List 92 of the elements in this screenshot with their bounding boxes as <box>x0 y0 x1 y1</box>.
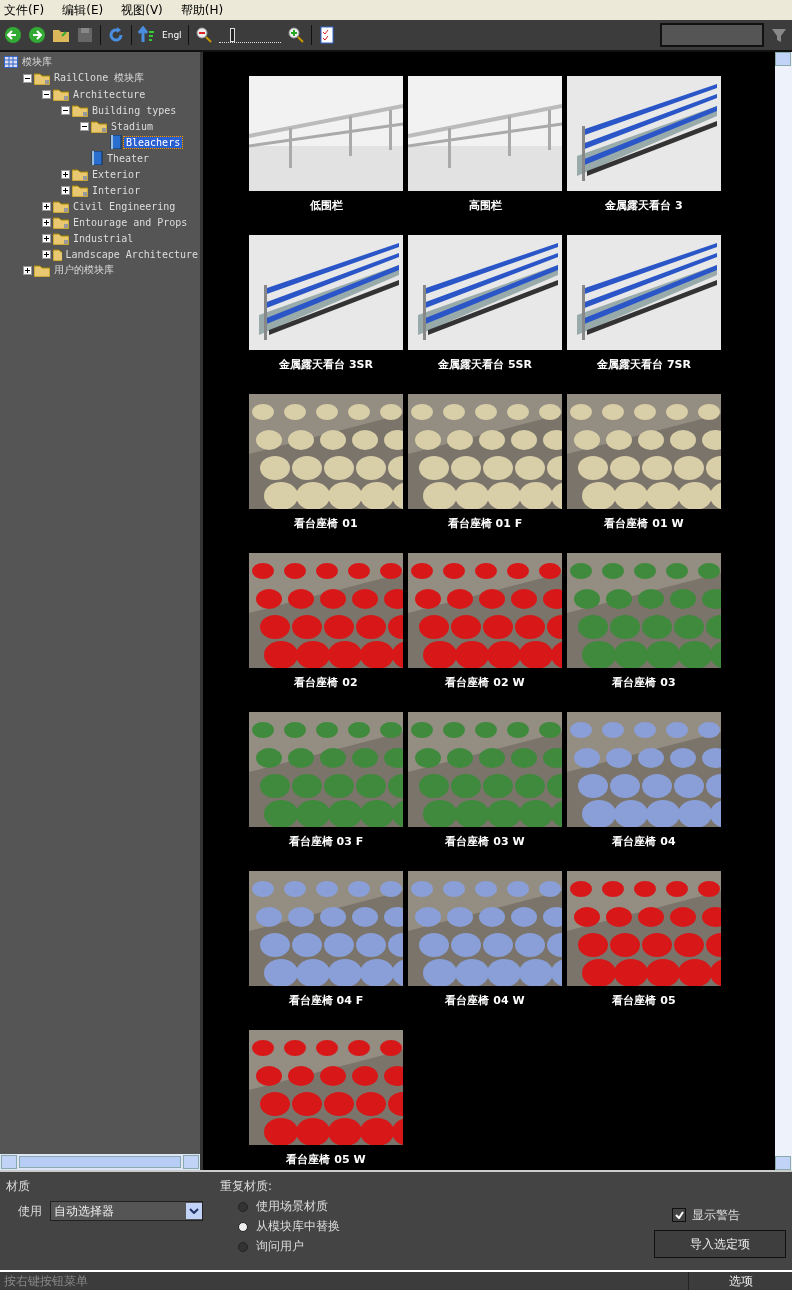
caret-icon <box>189 1208 199 1214</box>
collapse-icon[interactable] <box>61 105 70 115</box>
thumbnail-caption: 看台座椅 04 W <box>445 993 525 1008</box>
import-button[interactable]: 导入选定项 <box>654 1230 786 1258</box>
refresh-icon[interactable] <box>107 26 125 44</box>
tree-item[interactable]: RailClone 模块库 <box>52 71 147 85</box>
tree-item[interactable]: Bleachers <box>124 136 183 148</box>
zoom-out-icon[interactable] <box>194 26 213 44</box>
thumbnail-caption: 看台座椅 02 <box>294 675 358 690</box>
expand-icon[interactable] <box>42 201 51 211</box>
horizontal-scrollbar[interactable] <box>0 1154 200 1170</box>
folder-icon <box>72 183 88 197</box>
radio-button[interactable] <box>238 1221 248 1232</box>
thumbnail-caption: 看台座椅 03 <box>612 675 676 690</box>
sort-icon[interactable] <box>138 26 156 44</box>
thumbnail-caption: 金属露天看台 7SR <box>597 357 691 372</box>
tree-item[interactable]: Entourage and Props <box>71 216 190 228</box>
grid-icon <box>4 56 18 68</box>
expand-icon[interactable] <box>61 169 70 179</box>
tree-item[interactable]: Building types <box>90 104 179 116</box>
tree-item[interactable]: Landscape Architecture <box>63 248 200 260</box>
radio-label: 从模块库中替换 <box>256 1218 340 1235</box>
thumbnail-caption: 看台座椅 01 F <box>447 516 523 531</box>
folder-icon <box>53 215 69 229</box>
thumbnail-caption: 看台座椅 03 W <box>445 834 525 849</box>
checkbox[interactable] <box>672 1208 686 1222</box>
thumbnail-caption: 看台座椅 03 F <box>288 834 364 849</box>
book-icon <box>91 151 103 165</box>
menu-item[interactable]: 文件(F) <box>4 1 45 19</box>
save-icon[interactable] <box>76 26 94 44</box>
tree-item[interactable]: Civil Engineering <box>71 200 178 212</box>
back-icon[interactable] <box>4 26 22 44</box>
expand-icon[interactable] <box>23 265 32 275</box>
filter-icon[interactable] <box>770 26 788 44</box>
expand-icon[interactable] <box>42 233 51 243</box>
status-text: 按右键按钮菜单 <box>3 1272 88 1290</box>
checkmark-icon <box>674 1211 684 1219</box>
expand-icon[interactable] <box>61 185 70 195</box>
radio-button[interactable] <box>238 1241 248 1252</box>
thumbnail-caption: 低围栏 <box>309 198 343 213</box>
tree-item[interactable]: Theater <box>105 152 152 164</box>
tree-item[interactable]: 用户的模块库 <box>52 263 116 277</box>
tree-item[interactable]: Industrial <box>71 232 136 244</box>
tree-item[interactable]: Interior <box>90 184 143 196</box>
tree-item[interactable]: Stadium <box>109 120 156 132</box>
collapse-icon[interactable] <box>23 73 32 83</box>
menu-item[interactable]: 视图(V) <box>121 1 163 19</box>
menu-item[interactable]: 编辑(E) <box>62 1 104 19</box>
thumbnail-caption: 看台座椅 04 <box>612 834 676 849</box>
tree-item[interactable]: Architecture <box>71 88 148 100</box>
thumbnail-caption: 金属露天看台 5SR <box>438 357 532 372</box>
folder-icon <box>91 119 107 133</box>
checklist-icon[interactable] <box>317 26 336 44</box>
tree-item[interactable]: Exterior <box>90 168 143 180</box>
radio-button[interactable] <box>238 1201 248 1212</box>
folder-icon <box>72 167 88 181</box>
material-dropdown[interactable]: 自动选择器 <box>50 1201 203 1221</box>
thumbnail-caption: 看台座椅 05 <box>612 993 676 1008</box>
search-field[interactable] <box>660 23 764 47</box>
thumbnail-caption: 看台座椅 02 W <box>445 675 525 690</box>
thumbnail-caption: 金属露天看台 3 <box>605 198 683 213</box>
thumbnail-caption: 高围栏 <box>468 198 502 213</box>
material-title: 材质 <box>6 1178 31 1195</box>
menu-item[interactable]: 帮助(H) <box>180 1 224 19</box>
zoom-slider[interactable] <box>218 27 281 43</box>
folder-icon <box>53 247 62 261</box>
radio-label: 询问用户 <box>256 1238 304 1255</box>
expand-icon[interactable] <box>42 217 51 227</box>
language-label[interactable]: Engl <box>162 30 182 40</box>
checkbox-label: 显示警告 <box>692 1206 740 1224</box>
book-icon <box>110 135 122 149</box>
folder-icon <box>53 87 69 101</box>
thumbnail-caption: 看台座椅 01 W <box>604 516 684 531</box>
zoom-in-icon[interactable] <box>286 26 305 44</box>
collapse-icon[interactable] <box>42 89 51 99</box>
tree-item[interactable]: 模块库 <box>20 55 54 69</box>
collapse-icon[interactable] <box>80 121 89 131</box>
thumbnail-caption: 看台座椅 04 F <box>288 993 364 1008</box>
forward-icon[interactable] <box>28 26 46 44</box>
folder-icon <box>72 103 88 117</box>
use-label: 使用 <box>18 1202 42 1220</box>
thumbnail-caption: 看台座椅 05 W <box>286 1152 366 1167</box>
thumbnail-caption: 金属露天看台 3SR <box>279 357 373 372</box>
expand-icon[interactable] <box>42 249 51 259</box>
vertical-scrollbar[interactable] <box>775 52 792 1170</box>
radio-label: 使用场景材质 <box>256 1198 328 1215</box>
thumbnail-caption: 看台座椅 01 <box>294 516 358 531</box>
repeat-title: 重复材质: <box>220 1178 274 1195</box>
folder-icon <box>34 263 50 277</box>
folder-icon <box>53 199 69 213</box>
folder-icon <box>53 231 69 245</box>
folder-icon <box>34 71 50 85</box>
